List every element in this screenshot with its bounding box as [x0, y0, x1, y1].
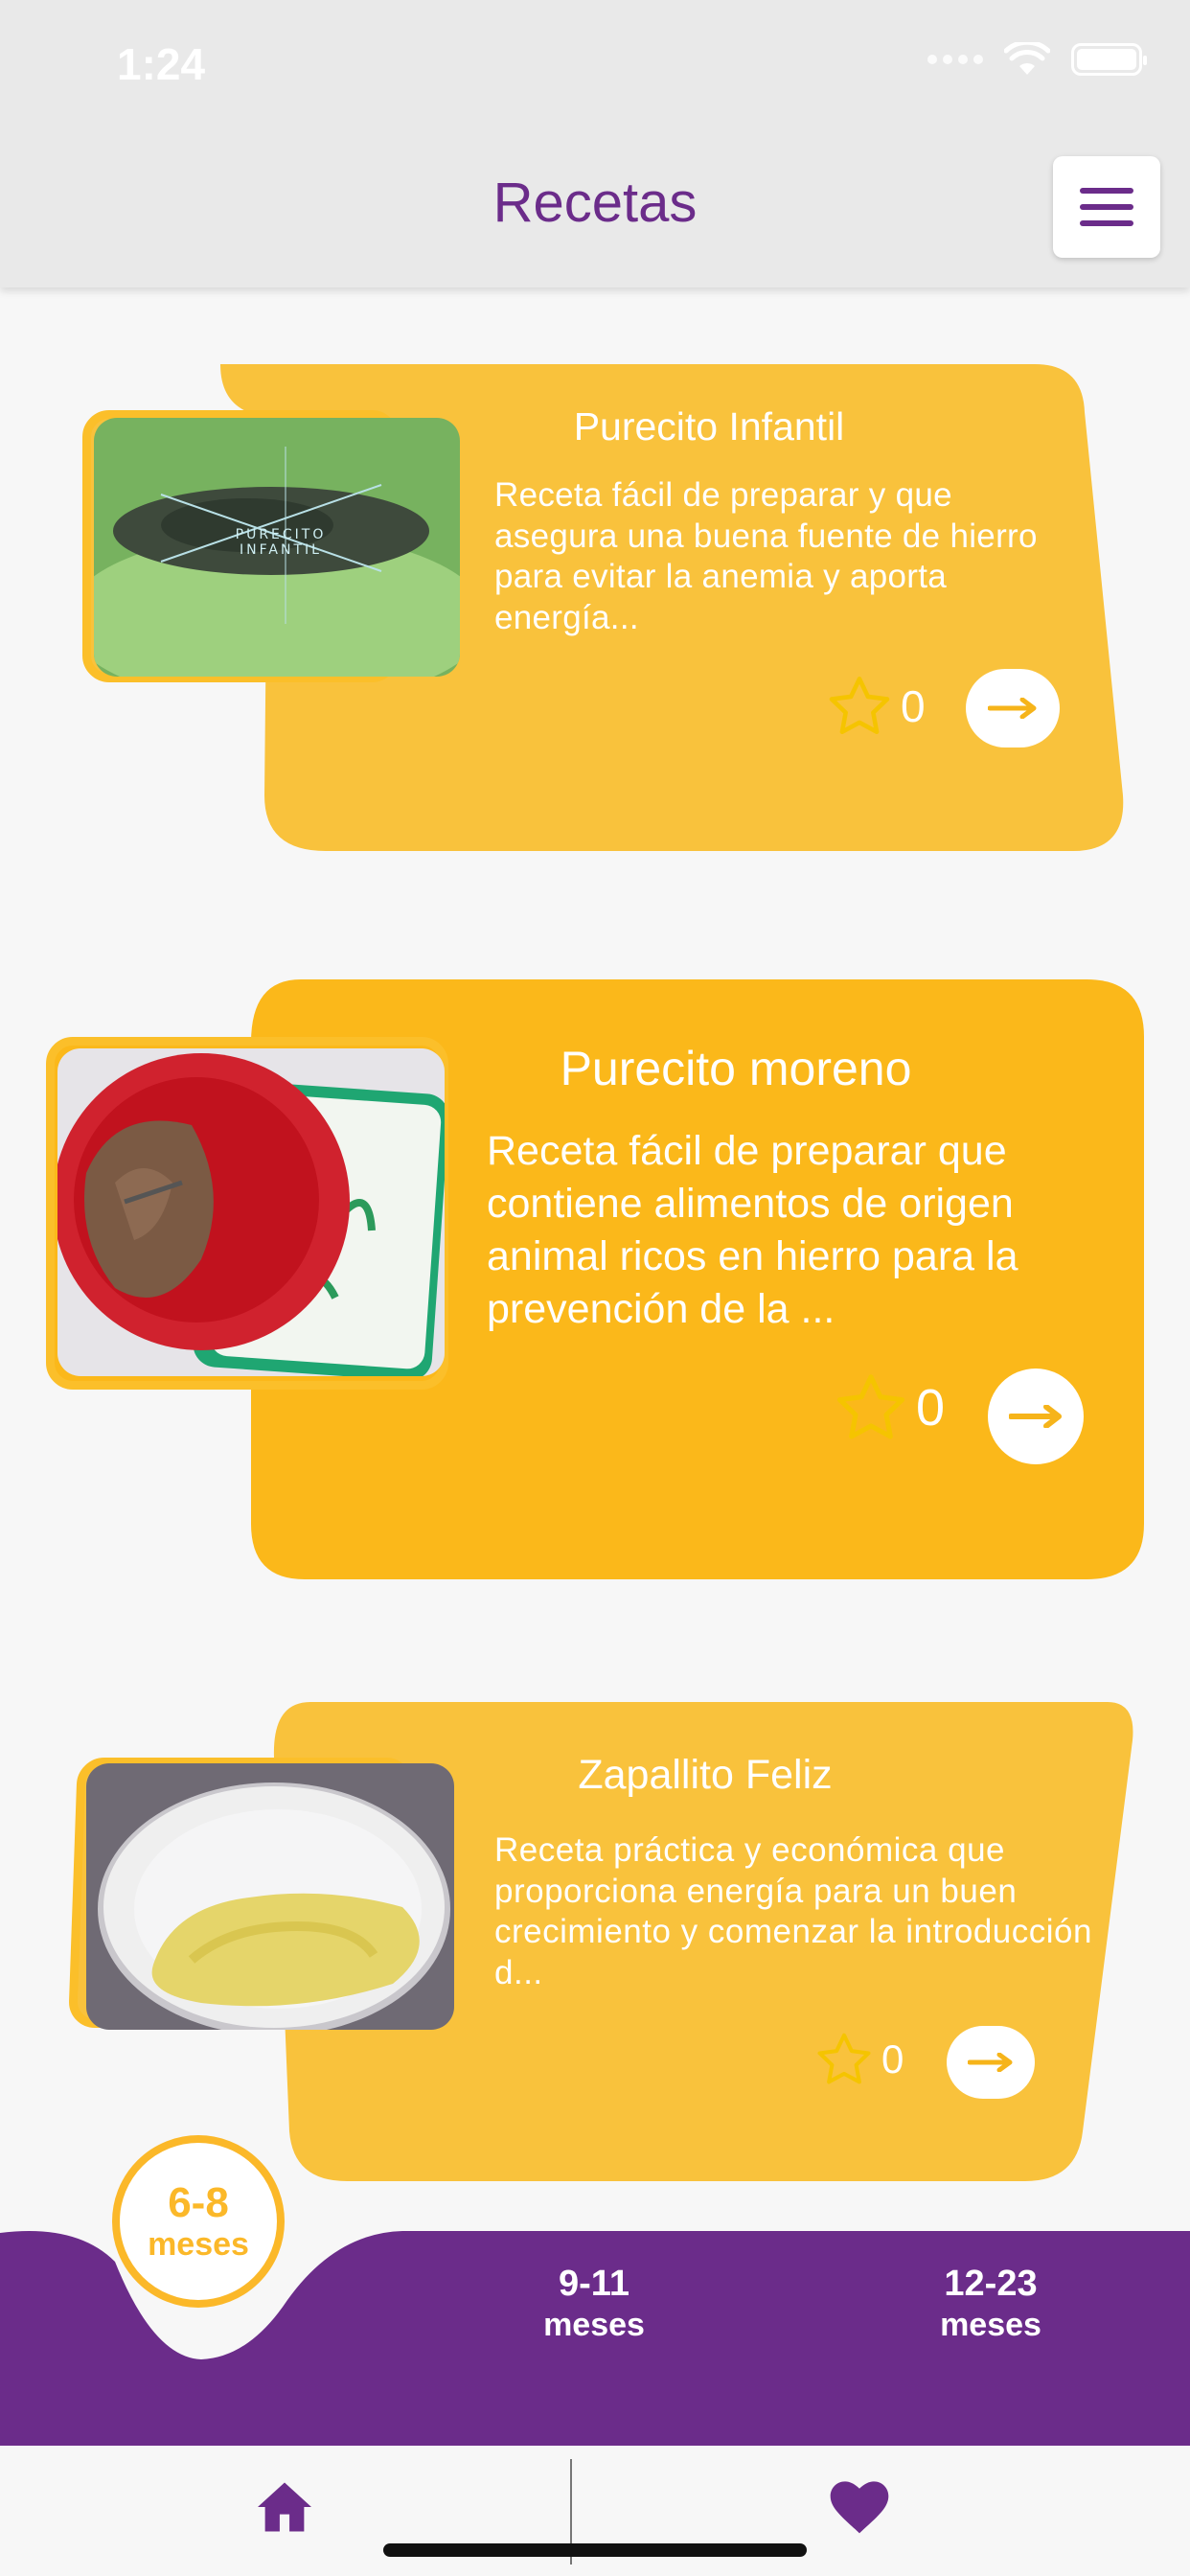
- svg-text:INFANTIL: INFANTIL: [240, 542, 322, 558]
- home-indicator: [383, 2543, 807, 2557]
- age-tab-range: 12-23: [944, 2264, 1038, 2304]
- recipe-description: Receta práctica y económica que proporci…: [494, 1831, 1092, 1992]
- age-tab-12-23[interactable]: 12-23 meses: [895, 2262, 1087, 2346]
- recipe-photo: [86, 1763, 454, 2030]
- open-recipe-button[interactable]: [947, 2026, 1035, 2099]
- recipe-title: Zapallito Feliz: [578, 1752, 833, 1798]
- star-outline-icon: [829, 677, 890, 734]
- page-title: Recetas: [492, 172, 698, 234]
- signal-icon: [927, 55, 983, 64]
- recipe-description: Receta fácil de preparar que contiene al…: [487, 1128, 1018, 1333]
- age-tab-range: 6-8: [168, 2179, 229, 2227]
- star-outline-icon: [836, 1374, 905, 1439]
- age-tab-unit: meses: [148, 2225, 249, 2263]
- age-tab-range: 9-11: [559, 2264, 629, 2304]
- arrow-right-icon: [968, 2053, 1013, 2072]
- star-outline-icon: [817, 2033, 871, 2084]
- recipe-rating[interactable]: 0: [834, 1372, 945, 1443]
- app-header: 1:24 Recetas: [0, 0, 1190, 288]
- rating-count: 0: [881, 2036, 904, 2082]
- age-tab-9-11[interactable]: 9-11 meses: [498, 2262, 690, 2346]
- hamburger-icon-line: [1080, 204, 1133, 210]
- heart-icon[interactable]: [829, 2480, 890, 2536]
- open-recipe-button[interactable]: [966, 669, 1060, 748]
- recipe-photo: PURECITO INFANTIL: [94, 418, 460, 677]
- recipe-card[interactable]: Purecito moreno Receta fácil de preparar…: [46, 979, 1148, 1581]
- recipe-rating[interactable]: 0: [826, 675, 926, 738]
- arrow-right-icon: [1009, 1405, 1062, 1428]
- status-time: 1:24: [117, 39, 206, 89]
- age-tab-unit: meses: [543, 2307, 645, 2344]
- wifi-icon: [1004, 42, 1050, 75]
- svg-text:PURECITO: PURECITO: [236, 527, 327, 542]
- status-icons: [927, 42, 1147, 77]
- home-icon[interactable]: [255, 2480, 314, 2534]
- menu-button[interactable]: [1053, 156, 1160, 258]
- bottom-nav: [0, 2446, 1190, 2576]
- hamburger-icon: [1080, 188, 1133, 194]
- recipes-screen: 1:24 Recetas PURECITO INFANTIL Purecito …: [0, 0, 1190, 2576]
- recipe-description: Receta fácil de preparar y que asegura u…: [494, 476, 1038, 637]
- recipe-title: Purecito Infantil: [573, 404, 845, 448]
- open-recipe-button[interactable]: [988, 1368, 1084, 1464]
- rating-count: 0: [916, 1379, 946, 1437]
- battery-icon: [1071, 43, 1147, 76]
- recipe-title: Purecito moreno: [560, 1042, 912, 1095]
- arrow-right-icon: [988, 698, 1037, 719]
- recipe-card[interactable]: Zapallito Feliz Receta práctica y económ…: [68, 1702, 1136, 2186]
- recipe-photo: [57, 1048, 445, 1376]
- recipe-card[interactable]: PURECITO INFANTIL Purecito Infantil Rece…: [77, 364, 1131, 862]
- age-tab-unit: meses: [940, 2307, 1041, 2344]
- rating-count: 0: [901, 681, 926, 731]
- hamburger-icon-line: [1080, 220, 1133, 226]
- age-tab-6-8[interactable]: 6-8 meses: [112, 2135, 285, 2308]
- recipe-rating[interactable]: 0: [814, 2032, 904, 2087]
